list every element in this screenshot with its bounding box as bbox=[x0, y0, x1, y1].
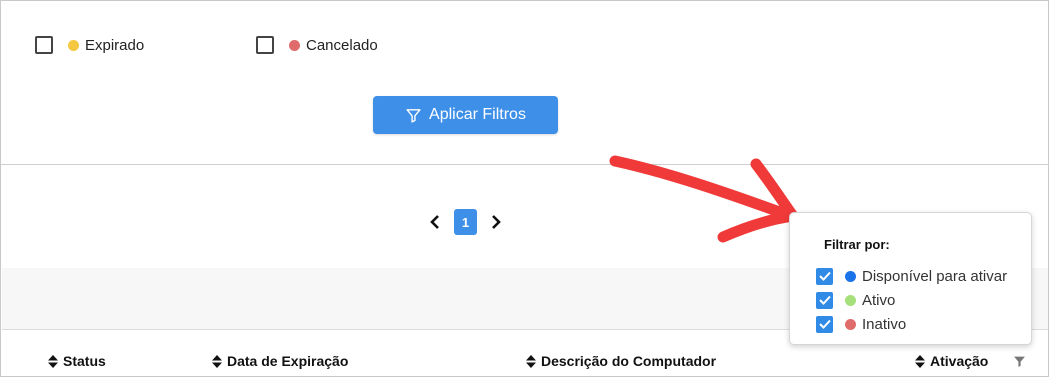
filter-option-inactive[interactable]: Inativo bbox=[816, 315, 906, 333]
sort-icon bbox=[48, 354, 58, 368]
checkbox-checked[interactable] bbox=[816, 267, 833, 285]
chevron-right-icon[interactable] bbox=[488, 210, 504, 234]
apply-filters-label: Aplicar Filtros bbox=[429, 106, 526, 123]
checkbox-checked[interactable] bbox=[816, 291, 833, 309]
filter-option-active[interactable]: Ativo bbox=[816, 291, 895, 309]
apply-filters-button[interactable]: Aplicar Filtros bbox=[373, 96, 558, 134]
filter-popover: Filtrar por: Disponível para ativar Ativ… bbox=[789, 212, 1032, 345]
column-header-label: Ativação bbox=[930, 353, 989, 369]
green-status-dot-icon bbox=[845, 294, 856, 306]
chevron-left-icon[interactable] bbox=[427, 210, 443, 234]
checkbox[interactable] bbox=[256, 36, 274, 54]
column-header-computer-description[interactable]: Descrição do Computador bbox=[526, 353, 716, 369]
filter-option-label: Disponível para ativar bbox=[862, 267, 1008, 285]
column-header-label: Status bbox=[63, 353, 106, 369]
filter-popover-title: Filtrar por: bbox=[824, 237, 890, 252]
column-header-label: Descrição do Computador bbox=[541, 353, 717, 369]
status-option-label: Expirado bbox=[85, 36, 145, 54]
status-option-expirado[interactable]: Expirado bbox=[35, 35, 144, 55]
checkmark-icon bbox=[818, 319, 831, 329]
red-status-dot-icon bbox=[289, 39, 300, 51]
column-header-activation[interactable]: Ativação bbox=[915, 353, 988, 369]
column-header-status[interactable]: Status bbox=[48, 353, 106, 369]
section-divider bbox=[1, 164, 1049, 165]
filter-option-label: Inativo bbox=[862, 315, 907, 333]
column-header-label: Data de Expiração bbox=[227, 353, 349, 369]
page-number-current[interactable]: 1 bbox=[454, 209, 477, 235]
yellow-status-dot-icon bbox=[68, 39, 79, 51]
checkbox-checked[interactable] bbox=[816, 315, 833, 333]
pagination: 1 bbox=[427, 209, 504, 235]
filter-icon bbox=[406, 108, 421, 123]
blue-status-dot-icon bbox=[845, 270, 856, 282]
checkbox[interactable] bbox=[35, 36, 53, 54]
checkmark-icon bbox=[818, 295, 831, 305]
filter-icon[interactable] bbox=[1013, 355, 1026, 373]
filter-option-label: Ativo bbox=[862, 291, 896, 309]
status-option-cancelado[interactable]: Cancelado bbox=[256, 35, 378, 55]
page-frame: Expirado Cancelado Aplicar Filtros 1 Sta… bbox=[0, 0, 1049, 377]
filter-option-available[interactable]: Disponível para ativar bbox=[816, 267, 1007, 285]
checkmark-icon bbox=[818, 271, 831, 281]
sort-icon bbox=[212, 354, 222, 368]
red-status-dot-icon bbox=[845, 318, 856, 330]
sort-icon bbox=[526, 354, 536, 368]
status-option-label: Cancelado bbox=[306, 36, 378, 54]
column-header-expiration-date[interactable]: Data de Expiração bbox=[212, 353, 348, 369]
sort-icon bbox=[915, 354, 925, 368]
